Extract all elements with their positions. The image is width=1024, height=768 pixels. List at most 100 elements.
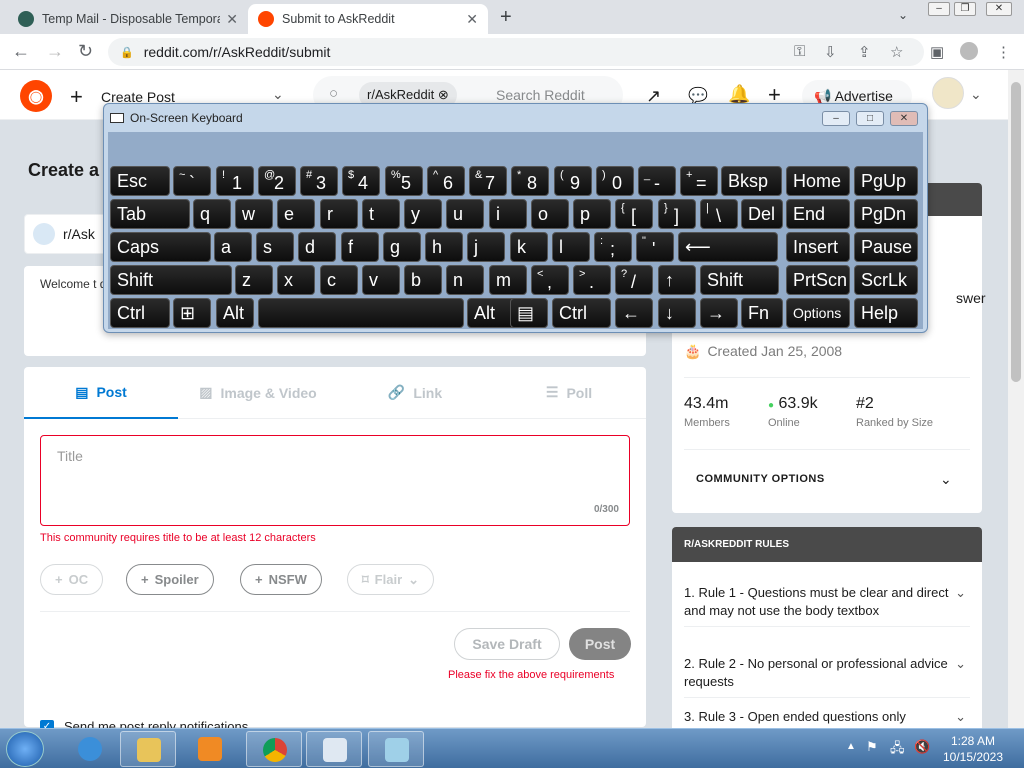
osk-key[interactable]: ) 0	[596, 166, 634, 196]
osk-key[interactable]: Shift	[700, 265, 779, 295]
osk-key[interactable]: f	[341, 232, 379, 262]
osk-key[interactable]: o	[531, 199, 569, 229]
osk-key[interactable]: ⟵	[678, 232, 778, 262]
osk-key[interactable]: Insert	[786, 232, 850, 262]
spoiler-tag-button[interactable]: + Spoiler	[126, 564, 214, 595]
osk-key[interactable]: l	[552, 232, 590, 262]
osk-key[interactable]: ⊞	[173, 298, 211, 328]
osk-key[interactable]: Alt	[216, 298, 254, 328]
osk-taskbar-button[interactable]	[306, 731, 362, 767]
osk-key[interactable]: ▤	[510, 298, 548, 328]
osk-key[interactable]: m	[489, 265, 527, 295]
osk-key[interactable]: ScrLk	[854, 265, 918, 295]
close-tab-icon[interactable]: ✕	[226, 11, 238, 28]
osk-key[interactable]: ~ `	[173, 166, 211, 196]
tab-post[interactable]: ▤ Post	[24, 367, 178, 419]
osk-key[interactable]: i	[489, 199, 527, 229]
osk-close-button[interactable]: ✕	[890, 111, 918, 126]
tab-image-video[interactable]: ▨ Image & Video	[178, 367, 338, 419]
osk-key[interactable]: (9	[554, 166, 592, 196]
osk-key[interactable]: + =	[680, 166, 718, 196]
osk-key[interactable]: y	[404, 199, 442, 229]
osk-key[interactable]: c	[320, 265, 358, 295]
osk-key[interactable]: j	[467, 232, 505, 262]
chevron-down-icon[interactable]: ⌄	[940, 471, 952, 488]
rule-item[interactable]: 2. Rule 2 - No personal or professional …	[684, 655, 970, 698]
search-input[interactable]: Search Reddit	[496, 87, 585, 103]
osk-key[interactable]: Ctrl	[552, 298, 611, 328]
osk-key[interactable]: End	[786, 199, 850, 229]
notifications-bell-icon[interactable]: 🔔	[728, 84, 750, 105]
close-window-button[interactable]: ✕	[986, 2, 1012, 16]
post-button[interactable]: Post	[569, 628, 631, 660]
osk-key[interactable]: " '	[636, 232, 674, 262]
media-player-taskbar-button[interactable]	[182, 731, 238, 767]
key-icon[interactable]: ⚿	[794, 43, 805, 60]
forward-icon[interactable]: →	[46, 41, 64, 62]
osk-key[interactable]: d	[298, 232, 336, 262]
osk-key[interactable]: v	[362, 265, 400, 295]
user-avatar[interactable]	[932, 77, 964, 109]
scrollbar-thumb[interactable]	[1011, 82, 1021, 382]
osk-key[interactable]: z	[235, 265, 273, 295]
osk-key[interactable]: PgUp	[854, 166, 918, 196]
osk-key[interactable]: Shift	[110, 265, 232, 295]
user-menu-chevron-icon[interactable]: ⌄	[970, 86, 982, 103]
osk-key[interactable]: :;	[594, 232, 632, 262]
osk-minimize-button[interactable]: –	[822, 111, 850, 126]
menu-kebab-icon[interactable]: ⋮	[996, 43, 1011, 61]
osk-key[interactable]: ↑	[658, 265, 696, 295]
osk-key[interactable]: u	[446, 199, 484, 229]
osk-key[interactable]: @2	[258, 166, 296, 196]
reddit-logo-icon[interactable]: ◉	[20, 80, 52, 112]
osk-key[interactable]: {[	[615, 199, 653, 229]
osk-key[interactable]: Caps	[110, 232, 211, 262]
oc-tag-button[interactable]: + OC	[40, 564, 104, 595]
osk-key[interactable]: }]	[658, 199, 696, 229]
volume-muted-icon[interactable]: 🔇	[914, 739, 930, 755]
back-icon[interactable]: ←	[12, 41, 30, 62]
bookmark-star-icon[interactable]: ☆	[890, 43, 903, 61]
osk-key[interactable]: ↓	[658, 298, 696, 328]
osk-key[interactable]: PrtScn	[786, 265, 850, 295]
rule-item[interactable]: 1. Rule 1 - Questions must be clear and …	[684, 584, 970, 627]
osk-key[interactable]: x	[277, 265, 315, 295]
osk-key[interactable]: q	[193, 199, 231, 229]
reload-icon[interactable]: ↻	[78, 41, 93, 62]
osk-key[interactable]: <,	[531, 265, 569, 295]
tab-poll[interactable]: ☰ Poll	[492, 367, 646, 419]
osk-key[interactable]: #3	[300, 166, 338, 196]
osk-key[interactable]: ←	[615, 298, 653, 328]
page-scrollbar[interactable]	[1008, 70, 1024, 728]
osk-key[interactable]: PgDn	[854, 199, 918, 229]
osk-key[interactable]: Pause	[854, 232, 918, 262]
app-taskbar-button[interactable]	[368, 731, 424, 767]
tab-temp-mail[interactable]: Temp Mail - Disposable Tempora ✕	[8, 4, 248, 34]
osk-key[interactable]: Help	[854, 298, 918, 328]
osk-key[interactable]: t	[362, 199, 400, 229]
title-input[interactable]: Title 0/300	[40, 435, 630, 526]
start-button[interactable]	[6, 731, 44, 767]
osk-key[interactable]: k	[510, 232, 548, 262]
restore-window-button[interactable]: ❐	[954, 2, 976, 16]
osk-key[interactable]: g	[383, 232, 421, 262]
system-clock[interactable]: 1:28 AM 10/15/2023	[940, 733, 1006, 765]
osk-key[interactable]: >.	[573, 265, 611, 295]
osk-key[interactable]: Bksp	[721, 166, 782, 196]
osk-key[interactable]: n	[446, 265, 484, 295]
community-options-toggle[interactable]: COMMUNITY OPTIONS	[696, 473, 825, 485]
osk-key[interactable]: Fn	[741, 298, 783, 328]
profile-avatar-icon[interactable]	[960, 42, 978, 60]
show-hidden-icons[interactable]: ▲	[846, 741, 856, 752]
sidebar-icon[interactable]: ▣	[930, 43, 944, 61]
osk-key[interactable]	[258, 298, 464, 328]
save-draft-button[interactable]: Save Draft	[454, 628, 560, 660]
install-icon[interactable]: ⇩	[824, 43, 837, 61]
flair-button[interactable]: ⌑ Flair ⌄	[347, 564, 435, 595]
osk-key[interactable]: ^ 6	[427, 166, 465, 196]
osk-key[interactable]: ? /	[615, 265, 653, 295]
osk-key[interactable]: | \	[700, 199, 738, 229]
close-tab-icon[interactable]: ✕	[466, 11, 478, 28]
osk-key[interactable]: b	[404, 265, 442, 295]
ie-taskbar-button[interactable]	[62, 731, 118, 767]
